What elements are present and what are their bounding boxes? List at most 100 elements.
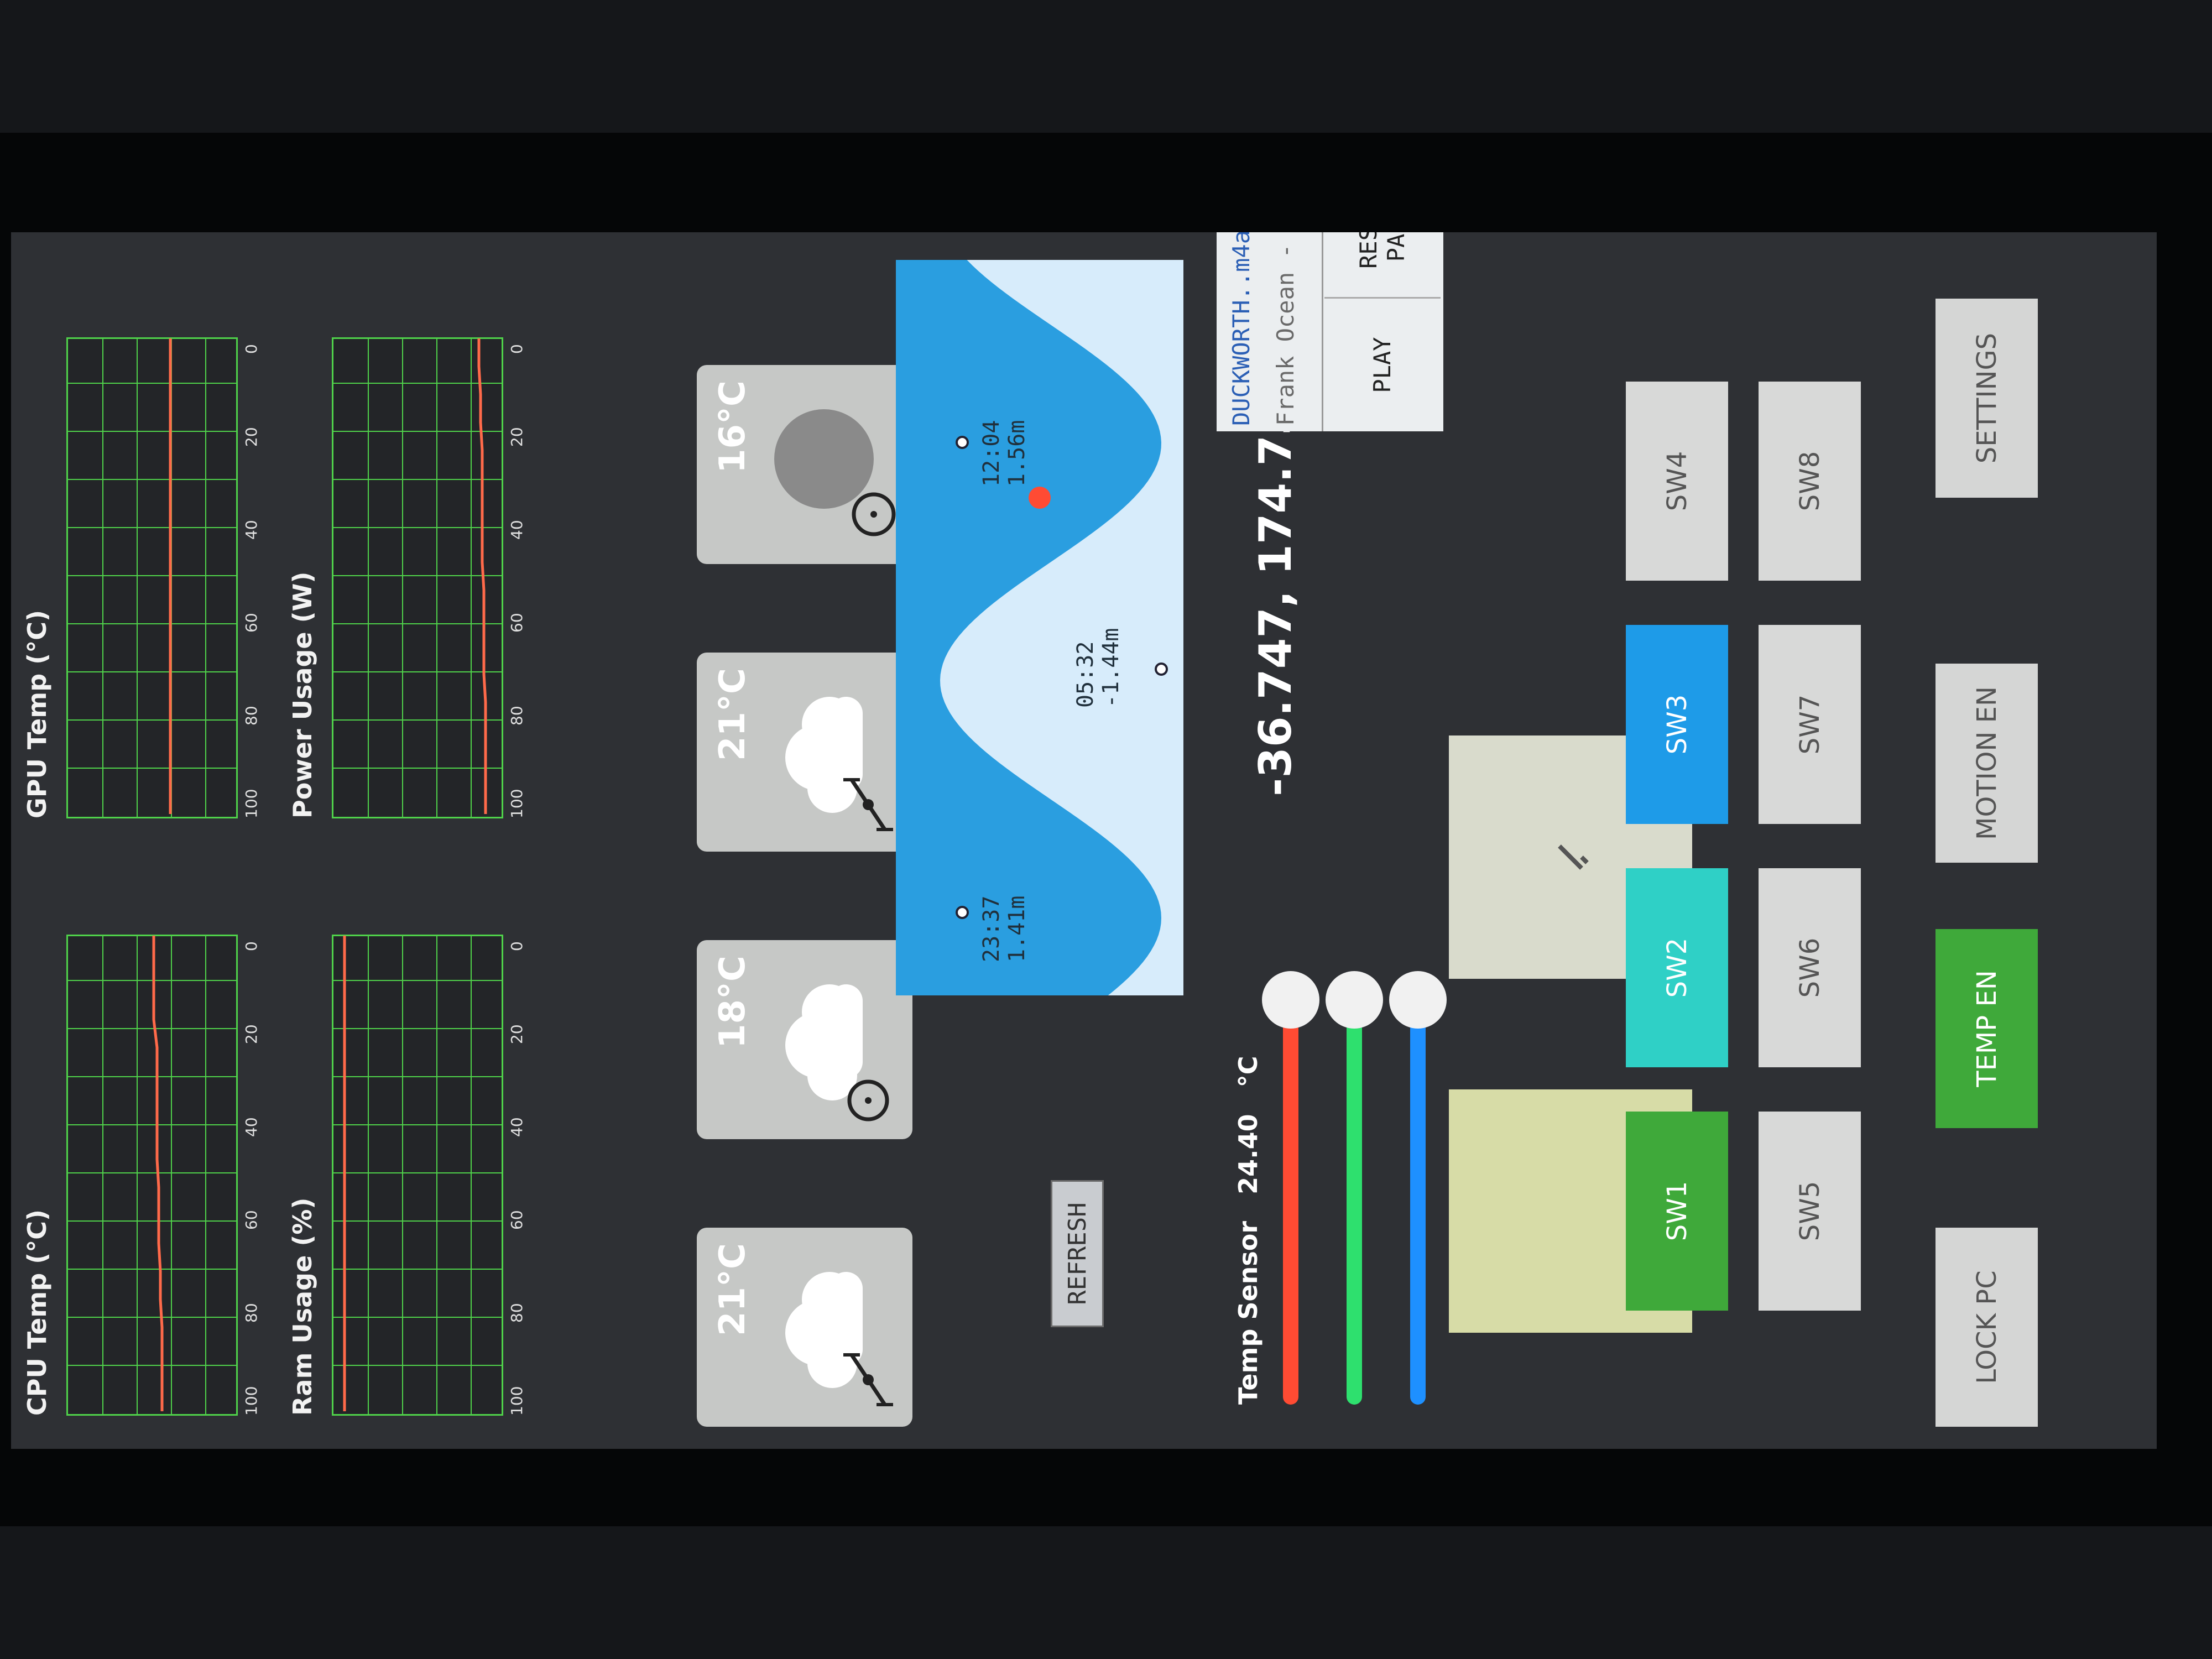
media-player: DUCKWORTH..m4a Frank Ocean - Pink + Whit… — [1217, 232, 1443, 431]
power-graph-line — [477, 338, 487, 814]
switch-sw8[interactable]: SW8 — [1759, 382, 1861, 581]
gpu-graph-grid — [66, 337, 238, 818]
weather-temp: 21°C — [712, 668, 753, 761]
y-tick-label: 0 — [508, 941, 526, 951]
cpu-graph: 100 80 60 40 20 0 — [66, 935, 265, 1416]
temp-sensor-label: Temp Sensor — [1233, 1220, 1263, 1405]
cpu-graph-grid — [66, 935, 238, 1416]
track-duckworth[interactable]: DUCKWORTH..m4a — [1228, 232, 1255, 426]
y-tick-label: 20 — [508, 1024, 526, 1044]
gps-coordinates: -36.747, 174.739 — [1250, 373, 1301, 796]
switch-sw3[interactable]: SW3 — [1626, 625, 1728, 824]
tide-point-marker — [956, 436, 969, 449]
gpu-graph: 100 80 60 40 20 0 — [66, 337, 265, 818]
cloud-wind-icon — [785, 697, 893, 831]
y-tick-label: 100 — [242, 789, 260, 818]
lock-pc-button[interactable]: LOCK PC — [1936, 1228, 2038, 1427]
red-slider[interactable] — [1262, 971, 1319, 1405]
y-tick-label: 100 — [508, 1386, 526, 1416]
tide-time: 12:04 — [979, 420, 1004, 487]
green-slider[interactable] — [1326, 971, 1383, 1405]
power-graph: 100 80 60 40 20 0 — [332, 337, 531, 818]
cloud-wind-icon — [785, 1272, 893, 1406]
cpu-graph-line — [152, 936, 164, 1411]
current-tide-marker — [1029, 487, 1051, 509]
weather-temp: 21°C — [712, 1243, 753, 1337]
tide-wave — [896, 260, 1183, 995]
ram-usage-title: Ram Usage (%) — [288, 1197, 317, 1416]
gpu-graph-line — [169, 338, 172, 814]
temp-sensor-unit: °C — [1233, 1056, 1263, 1088]
switch-sw5[interactable]: SW5 — [1759, 1112, 1861, 1311]
power-usage-title: Power Usage (W) — [288, 571, 317, 818]
gpu-temp-title: GPU Temp (°C) — [22, 610, 52, 818]
tide-height: 1.41m — [1004, 895, 1030, 962]
temp-sensor-value: 24.40 — [1233, 1114, 1263, 1194]
y-tick-label: 60 — [242, 613, 260, 633]
tide-refresh-button[interactable]: REFRESH — [1051, 1180, 1104, 1327]
y-tick-label: 80 — [242, 706, 260, 726]
y-tick-label: 80 — [508, 706, 526, 726]
motion-en-button[interactable]: MOTION EN — [1936, 664, 2038, 863]
ram-graph: 100 80 60 40 20 0 — [332, 935, 531, 1416]
y-tick-label: 40 — [508, 520, 526, 540]
y-tick-label: 40 — [242, 1117, 260, 1137]
temp-sensor-readout: Temp Sensor 24.40 °C — [1233, 1056, 1263, 1405]
y-tick-label: 60 — [508, 1210, 526, 1230]
sun-cloud-icon — [785, 984, 889, 1121]
blue-slider[interactable] — [1389, 971, 1447, 1405]
weather-temp: 16°C — [712, 380, 753, 474]
y-tick-label: 0 — [242, 344, 260, 354]
y-tick-label: 40 — [508, 1117, 526, 1137]
y-tick-label: 0 — [508, 344, 526, 354]
tide-time: 23:37 — [979, 895, 1004, 962]
power-series — [477, 338, 487, 814]
dashboard: CPU Temp (°C) GPU Temp (°C) Ram Usage (%… — [11, 232, 2157, 1449]
tide-time: 05:32 — [1073, 641, 1098, 708]
weather-tile: 21°C — [697, 653, 912, 852]
tide-point-marker — [956, 906, 969, 919]
media-control-resume-pause[interactable]: RESUME PAUSE — [1324, 232, 1441, 299]
blue-slider-knob[interactable] — [1389, 971, 1447, 1029]
y-tick-label: 80 — [508, 1303, 526, 1323]
tide-height: 1.56m — [1004, 420, 1030, 487]
y-tick-label: 20 — [508, 427, 526, 447]
switch-sw6[interactable]: SW6 — [1759, 868, 1861, 1067]
y-tick-label: 100 — [242, 1386, 260, 1416]
tide-point-label: 23:37 1.41m — [979, 896, 1030, 962]
weather-tile: 16°C — [697, 365, 912, 564]
y-tick-label: 20 — [242, 1024, 260, 1044]
weather-temp: 18°C — [712, 956, 753, 1049]
tide-height: -1.44m — [1098, 628, 1124, 708]
media-control-play[interactable]: PLAY — [1324, 297, 1441, 431]
ram-graph-line — [343, 936, 346, 1411]
cpu-series — [152, 936, 164, 1411]
tide-water-area — [896, 260, 1183, 995]
y-tick-label: 80 — [242, 1303, 260, 1323]
switch-sw1[interactable]: SW1 — [1626, 1112, 1728, 1311]
y-tick-label: 100 — [508, 789, 526, 818]
tide-chart: 23:37 1.41m 05:32 -1.44m 12:04 1.56m — [896, 260, 1183, 995]
green-slider-knob[interactable] — [1326, 971, 1383, 1029]
tide-point-label: 05:32 -1.44m — [1073, 628, 1124, 708]
tide-point-label: 12:04 1.56m — [979, 420, 1030, 487]
playlist[interactable]: DUCKWORTH..m4a Frank Ocean - Pink + Whit… — [1217, 232, 1323, 431]
temp-en-button[interactable]: TEMP EN — [1936, 929, 2038, 1128]
red-slider-knob[interactable] — [1262, 971, 1319, 1029]
track-pink-white[interactable]: Frank Ocean - Pink + White.m4a — [1272, 232, 1299, 426]
settings-button[interactable]: SETTINGS — [1936, 299, 2038, 498]
power-graph-grid — [332, 337, 503, 818]
switch-sw7[interactable]: SW7 — [1759, 625, 1861, 824]
switch-sw2[interactable]: SW2 — [1626, 868, 1728, 1067]
y-tick-label: 40 — [242, 520, 260, 540]
weather-tile: 18°C — [697, 940, 912, 1139]
y-tick-label: 20 — [242, 427, 260, 447]
switch-sw4[interactable]: SW4 — [1626, 382, 1728, 581]
y-tick-label: 60 — [508, 613, 526, 633]
y-tick-label: 0 — [242, 941, 260, 951]
y-tick-label: 60 — [242, 1210, 260, 1230]
tide-point-marker — [1155, 662, 1168, 676]
ram-graph-grid — [332, 935, 503, 1416]
touch-screen: CPU Temp (°C) GPU Temp (°C) Ram Usage (%… — [11, 232, 2157, 1449]
sun-overcast-icon — [774, 409, 896, 536]
